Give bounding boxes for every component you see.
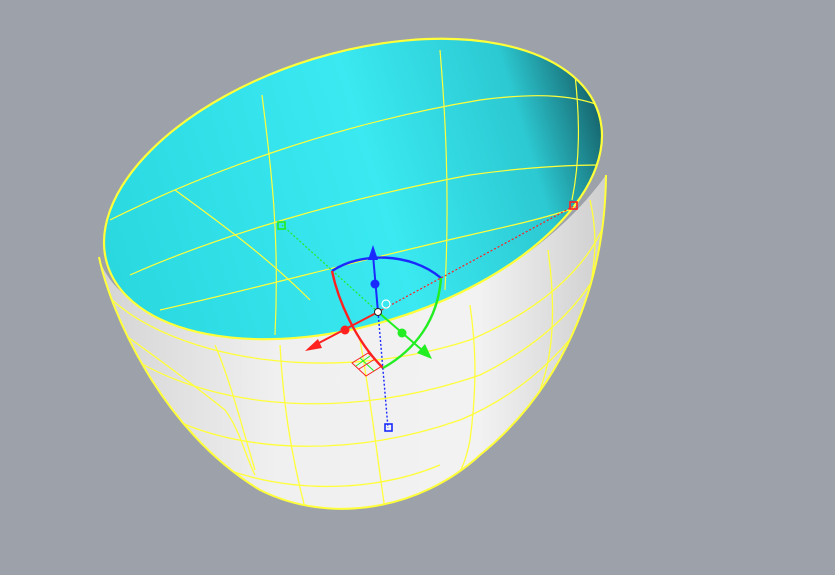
x-scale-handle[interactable] xyxy=(340,325,350,335)
z-scale-handle[interactable] xyxy=(370,279,380,289)
viewport-canvas[interactable] xyxy=(0,0,835,575)
gumball-origin[interactable] xyxy=(374,308,382,316)
3d-viewport[interactable] xyxy=(0,0,835,575)
y-scale-handle[interactable] xyxy=(397,328,407,338)
